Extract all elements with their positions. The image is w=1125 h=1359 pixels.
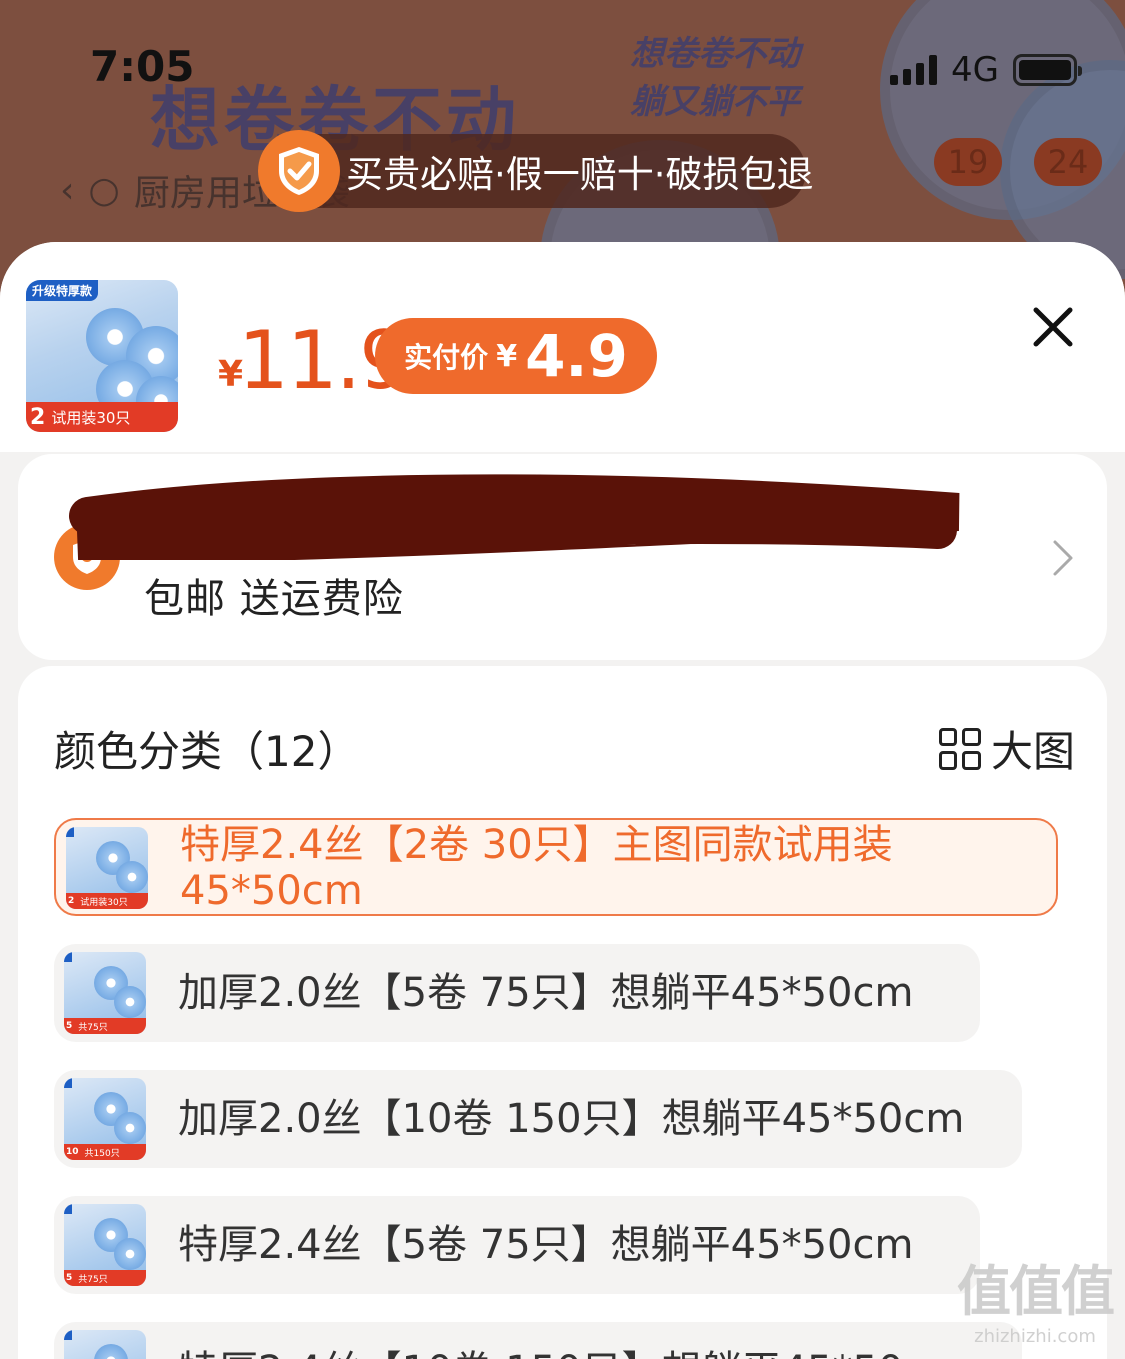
network-label: 4G [951,50,999,90]
option-item-5[interactable]: 特厚2.4丝【10卷 150只】想躺平45*50cm [54,1322,1022,1359]
bg-badge: 19 [934,138,1002,186]
battery-icon [1013,54,1082,86]
actual-price-badge: 实付价 ¥ 4.9 [375,318,657,394]
option-item-3[interactable]: 10 共150只 加厚2.0丝【10卷 150只】想躺平45*50cm [54,1070,1022,1168]
option-thumbnail [64,1330,146,1359]
big-view-button[interactable]: 大图 [938,718,1075,779]
bg-slogan-small: 想卷卷不动 躺又躺不平 [630,34,800,122]
grid-view-icon [938,727,981,770]
signal-icon [890,55,938,85]
thumb-caption-bar: 2 试用装30只 [26,402,178,432]
product-thumbnail[interactable]: 升级特厚款 2 试用装30只 [26,280,178,432]
actual-price-label: 实付价 [404,341,489,374]
actual-price-currency: ¥ [496,338,518,374]
options-card: 颜色分类（12） 大图 2 试用装30只 特厚2.4丝【2卷 30只】主图同款试用… [18,666,1107,1359]
option-thumbnail: 5 共75只 [64,952,146,1034]
status-time: 7:05 [90,42,195,91]
option-label: 特厚2.4丝【2卷 30只】主图同款试用装 45*50cm [180,822,893,914]
option-item-2[interactable]: 5 共75只 加厚2.0丝【5卷 75只】想躺平45*50cm [54,944,980,1042]
option-thumbnail: 2 试用装30只 [66,827,148,909]
close-icon[interactable] [1030,304,1076,350]
back-arrow-icon: ‹ [60,169,75,211]
shield-check-icon [258,130,340,212]
redaction-scribble [69,474,960,560]
big-view-label: 大图 [990,727,1075,776]
guarantee-text: 买贵必赔·假一赔十·破损包退 [346,153,814,196]
status-indicators: 4G [890,50,1082,90]
actual-price-value: 4.9 [525,322,628,390]
bg-badge: 24 [1034,138,1102,186]
option-item-1[interactable]: 2 试用装30只 特厚2.4丝【2卷 30只】主图同款试用装 45*50cm [54,818,1058,916]
search-icon: ○ [88,169,120,211]
watermark: 值值值 zhizhizhi.com [957,1260,1115,1347]
thumb-tag: 升级特厚款 [26,280,99,301]
chevron-right-icon[interactable] [1051,538,1075,578]
option-item-4[interactable]: 5 共75只 特厚2.4丝【5卷 75只】想躺平45*50cm [54,1196,980,1294]
options-title: 颜色分类（12） [54,727,360,776]
option-label: 加厚2.0丝【10卷 150只】想躺平45*50cm [178,1096,965,1142]
option-thumbnail: 10 共150只 [64,1078,146,1160]
option-thumbnail: 5 共75只 [64,1204,146,1286]
shipping-info: 包邮 送运费险 [144,576,404,622]
guarantee-banner: 买贵必赔·假一赔十·破损包退 [258,130,814,212]
shop-card[interactable]: 王老板 包邮 送运费险 [18,454,1107,660]
option-label: 特厚2.4丝【10卷 150只】想躺平45*50cm [178,1348,964,1359]
sku-bottom-sheet: 升级特厚款 2 试用装30只 ¥ 11.9 实付价 ¥ 4.9 王老板 包邮 送运… [0,242,1125,1359]
option-label: 特厚2.4丝【5卷 75只】想躺平45*50cm [178,1222,914,1268]
option-label: 加厚2.0丝【5卷 75只】想躺平45*50cm [178,970,914,1016]
